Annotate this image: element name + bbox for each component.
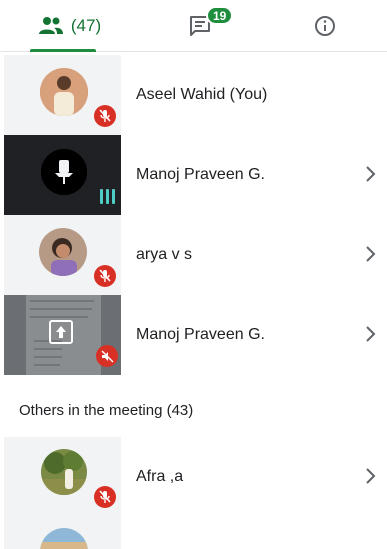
avatar	[41, 149, 87, 195]
tab-info[interactable]	[300, 0, 350, 52]
chevron-right-icon[interactable]	[365, 324, 377, 344]
avatar	[40, 68, 88, 116]
mic-off-icon	[94, 265, 116, 287]
others-section-header: Others in the meeting (43)	[19, 402, 194, 419]
participant-tile	[4, 135, 121, 215]
chevron-right-icon[interactable]	[365, 244, 377, 264]
participant-row[interactable]	[0, 517, 387, 549]
active-tab-indicator	[30, 49, 96, 52]
participant-row[interactable]: Afra ,a	[0, 437, 387, 517]
participant-name: Afra ,a	[136, 468, 184, 485]
mic-off-icon	[94, 105, 116, 127]
participant-tile	[4, 55, 121, 135]
participant-tile	[4, 437, 121, 517]
mic-off-icon	[94, 486, 116, 508]
avatar	[41, 449, 87, 495]
participant-tile	[4, 295, 121, 375]
participant-tile	[4, 517, 121, 549]
participant-row[interactable]: Aseel Wahid (You)	[0, 55, 387, 135]
tab-chat[interactable]: 19	[170, 0, 234, 52]
avatar	[39, 228, 87, 276]
avatar	[40, 528, 88, 549]
tab-people[interactable]: (47)	[22, 0, 118, 52]
participant-name: Manoj Praveen G.	[136, 326, 265, 343]
participant-name: Manoj Praveen G.	[136, 166, 265, 183]
participant-tile	[4, 215, 121, 295]
info-icon	[315, 16, 335, 36]
participant-row[interactable]: Manoj Praveen G.	[0, 135, 387, 215]
chat-unread-badge: 19	[206, 6, 234, 25]
participant-name: arya v s	[136, 246, 193, 263]
chevron-right-icon[interactable]	[365, 164, 377, 184]
chevron-right-icon[interactable]	[365, 466, 377, 486]
participants-tab-bar: (47) 19	[0, 0, 387, 52]
participant-row[interactable]: Manoj Praveen G.	[0, 295, 387, 375]
participant-name: Aseel Wahid (You)	[136, 86, 268, 103]
people-icon	[38, 17, 63, 34]
speaking-indicator	[100, 189, 115, 204]
people-count: (47)	[70, 16, 102, 35]
volume-off-icon	[96, 345, 118, 367]
participant-row[interactable]: arya v s	[0, 215, 387, 295]
